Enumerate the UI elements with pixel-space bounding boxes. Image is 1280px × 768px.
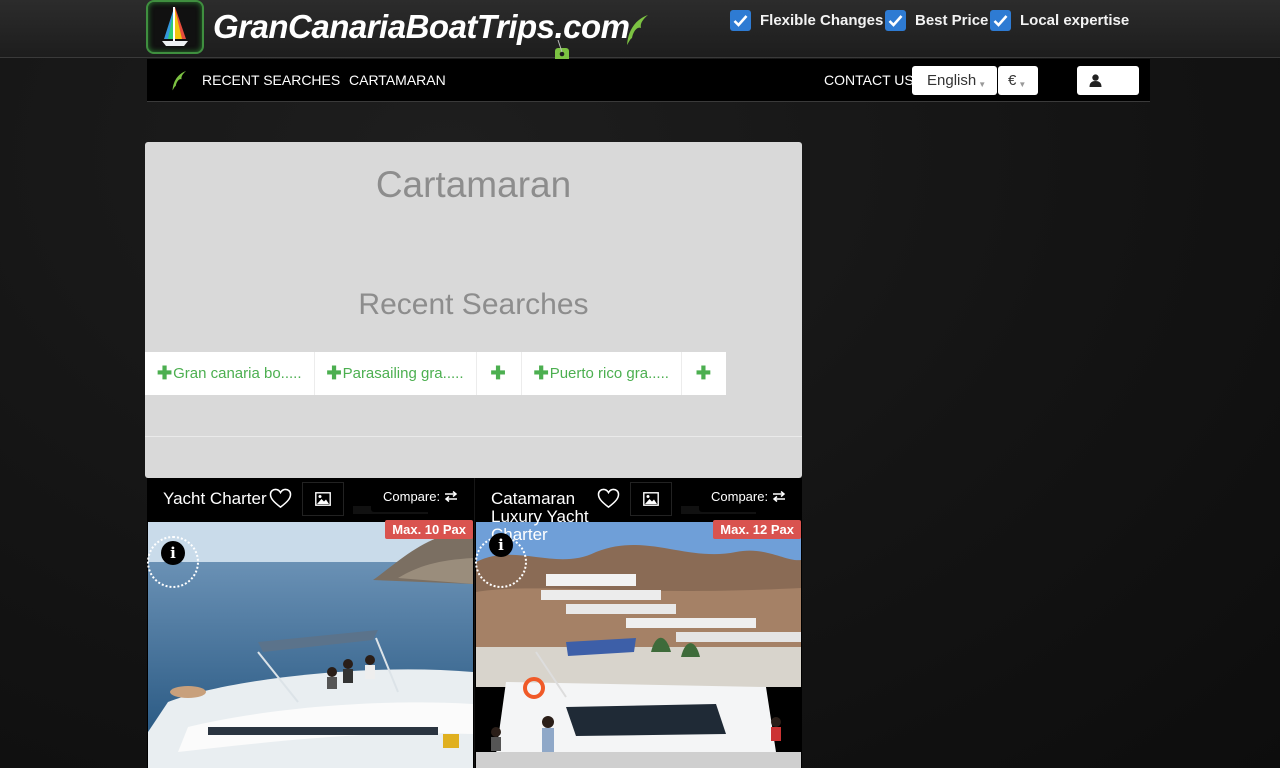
feature-best-price: Best Price bbox=[885, 9, 988, 31]
caret-down-icon: ▼ bbox=[1018, 80, 1027, 89]
recent-search-item[interactable]: ✚ bbox=[477, 352, 522, 395]
info-icon[interactable]: i bbox=[161, 541, 185, 565]
max-pax-badge: Max. 10 Pax bbox=[385, 520, 473, 539]
feature-label: Local expertise bbox=[1020, 11, 1130, 29]
heart-icon[interactable] bbox=[269, 488, 292, 509]
category-panel: Cartamaran Recent Searches ✚ Gran canari… bbox=[145, 142, 802, 478]
plus-icon: ✚ bbox=[157, 363, 173, 383]
info-icon[interactable]: i bbox=[489, 533, 513, 557]
plus-icon: ✚ bbox=[490, 363, 506, 383]
heart-icon[interactable] bbox=[597, 488, 620, 509]
user-icon bbox=[1089, 74, 1102, 87]
boat-card[interactable]: Yacht Charter Compare: Max. 10 Pax i bbox=[147, 478, 474, 768]
caret-down-icon: ▼ bbox=[978, 80, 987, 89]
language-select[interactable]: English ▼ bbox=[912, 66, 997, 95]
main-navbar: RECENT SEARCHES CARTAMARAN CONTACT US En… bbox=[147, 59, 1150, 102]
user-account-button[interactable] bbox=[1077, 66, 1139, 95]
feature-label: Flexible Changes bbox=[760, 11, 884, 29]
recent-search-item[interactable]: ✚ Gran canaria bo..... bbox=[145, 352, 315, 395]
nav-contact-us[interactable]: CONTACT US bbox=[824, 72, 914, 88]
feature-local-expertise: Local expertise bbox=[990, 9, 1129, 31]
check-icon bbox=[885, 9, 906, 31]
plus-icon: ✚ bbox=[326, 363, 342, 383]
check-icon bbox=[990, 9, 1011, 31]
recent-search-label: Gran canaria bo..... bbox=[173, 365, 302, 382]
dolphin-icon bbox=[627, 15, 648, 45]
nav-cartamaran[interactable]: CARTAMARAN bbox=[349, 72, 446, 88]
sailboat-logo-icon bbox=[162, 7, 188, 46]
boat-card[interactable]: Catamaran Luxury Yacht Charter Compare: bbox=[475, 478, 802, 768]
dolphin-icon[interactable] bbox=[169, 69, 189, 91]
compare-button[interactable]: Compare: bbox=[371, 480, 471, 512]
check-icon bbox=[730, 9, 751, 31]
feature-label: Best Price bbox=[915, 11, 989, 29]
compare-label: Compare: bbox=[383, 488, 441, 504]
image-icon bbox=[643, 492, 659, 506]
feature-flexible-changes: Flexible Changes bbox=[730, 9, 883, 31]
page-title: Cartamaran bbox=[375, 164, 572, 205]
currency-value: € bbox=[1008, 72, 1017, 89]
plus-icon: ✚ bbox=[533, 363, 549, 383]
recent-search-item[interactable]: ✚ Puerto rico gra..... bbox=[522, 352, 682, 395]
nav-recent-searches[interactable]: RECENT SEARCHES bbox=[202, 72, 340, 88]
recent-search-item[interactable]: ✚ bbox=[682, 352, 726, 395]
gallery-button[interactable] bbox=[302, 482, 344, 516]
language-value: English bbox=[927, 72, 977, 89]
recent-search-label: Puerto rico gra..... bbox=[549, 365, 669, 382]
compare-label: Compare: bbox=[711, 488, 769, 504]
top-bar: GranCanariaBoatTrips.com Flexible Change… bbox=[0, 0, 1280, 74]
currency-select[interactable]: € ▼ bbox=[998, 66, 1038, 95]
max-pax-badge: Max. 12 Pax bbox=[713, 520, 801, 539]
recent-searches-list: ✚ Gran canaria bo..... ✚ Parasailing gra… bbox=[145, 352, 726, 395]
recent-search-label: Parasailing gra..... bbox=[342, 365, 464, 382]
panel-divider bbox=[145, 436, 802, 437]
swap-icon bbox=[772, 490, 786, 502]
recent-search-item[interactable]: ✚ Parasailing gra..... bbox=[315, 352, 477, 395]
recent-searches-heading: Recent Searches bbox=[358, 288, 589, 321]
swap-icon bbox=[444, 490, 458, 502]
logo-badge[interactable] bbox=[146, 0, 204, 54]
plus-icon: ✚ bbox=[695, 363, 711, 383]
gallery-button[interactable] bbox=[630, 482, 672, 516]
compare-button[interactable]: Compare: bbox=[699, 480, 799, 512]
boat-card-title[interactable]: Yacht Charter bbox=[163, 490, 273, 508]
image-icon bbox=[315, 492, 331, 506]
